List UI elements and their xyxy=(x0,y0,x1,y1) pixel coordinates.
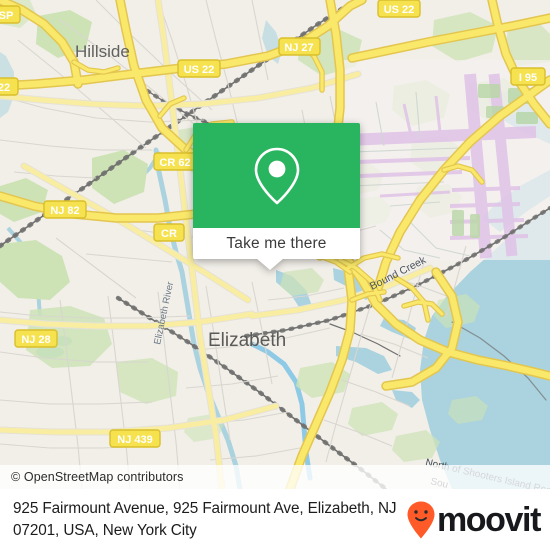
svg-text:CR 62: CR 62 xyxy=(159,157,190,169)
osm-attribution-bar: © OpenStreetMap contributors xyxy=(0,465,550,489)
road-shield: US 22 xyxy=(377,0,421,18)
map-city-label: Elizabeth xyxy=(208,330,286,351)
moovit-logo[interactable]: moovit xyxy=(406,500,541,540)
popup-icon-panel xyxy=(193,123,360,228)
screenshot-root: Hillside Elizabeth Elizabeth River Bound… xyxy=(0,0,550,550)
road-shield: CR xyxy=(153,223,185,242)
map-city-label: Hillside xyxy=(75,42,130,61)
svg-text:NJ 27: NJ 27 xyxy=(284,42,313,54)
footer-bar: 925 Fairmount Avenue, 925 Fairmount Ave,… xyxy=(0,489,550,550)
road-shield: US 22 xyxy=(177,59,221,78)
svg-text:NJ 439: NJ 439 xyxy=(117,434,152,446)
svg-text:US 22: US 22 xyxy=(384,4,415,16)
road-shield: SP xyxy=(0,5,21,24)
moovit-pin-icon xyxy=(407,501,435,538)
location-popup-card[interactable]: Take me there xyxy=(193,123,360,270)
road-shield: CR 62 xyxy=(153,152,197,171)
svg-text:22: 22 xyxy=(0,82,10,94)
road-shield: NJ 82 xyxy=(43,200,87,219)
popup-pointer xyxy=(256,258,284,270)
map-pin-icon xyxy=(254,147,299,204)
road-shield: 22 xyxy=(0,77,19,96)
svg-text:CR: CR xyxy=(161,228,177,240)
svg-text:SP: SP xyxy=(0,10,13,22)
road-shield: NJ 439 xyxy=(109,429,161,448)
svg-text:I 95: I 95 xyxy=(519,72,537,84)
svg-text:US 22: US 22 xyxy=(184,64,215,76)
address-text: 925 Fairmount Avenue, 925 Fairmount Ave,… xyxy=(13,500,397,539)
road-shield: NJ 27 xyxy=(278,37,321,56)
road-shield: I 95 xyxy=(510,67,546,86)
map-airport xyxy=(340,60,550,260)
osm-attribution-text: © OpenStreetMap contributors xyxy=(11,470,184,484)
svg-text:NJ 28: NJ 28 xyxy=(21,334,50,346)
road-shield: NJ 28 xyxy=(14,329,58,348)
take-me-there-label: Take me there xyxy=(226,234,327,252)
svg-text:NJ 82: NJ 82 xyxy=(50,205,79,217)
moovit-wordmark: moovit xyxy=(436,500,541,539)
take-me-there-button[interactable]: Take me there xyxy=(193,228,360,259)
